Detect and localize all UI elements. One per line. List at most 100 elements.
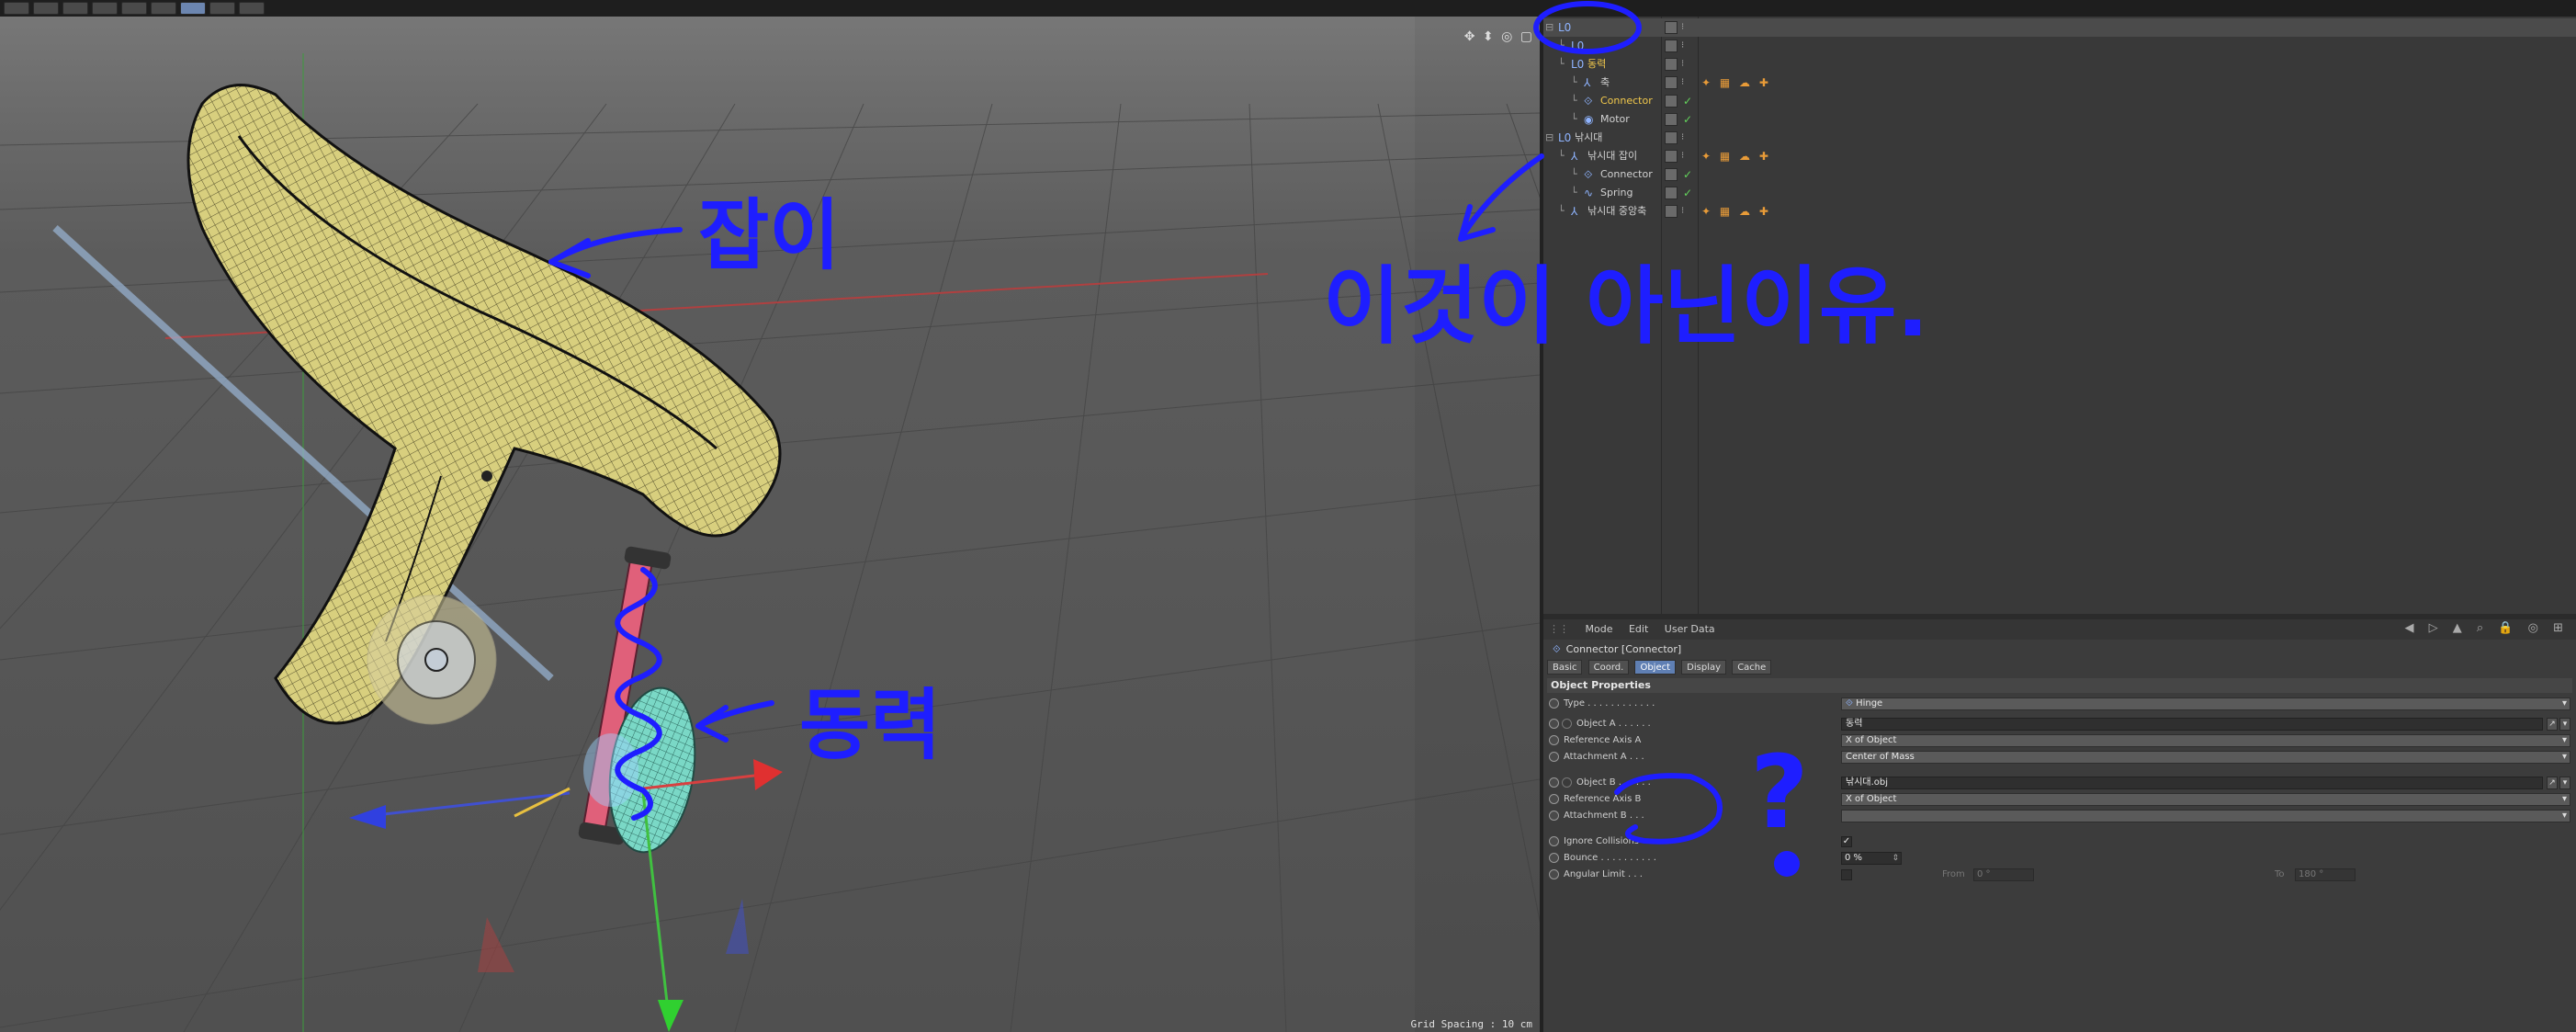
object-row[interactable]: └ ◉ Motor ✓ — [1543, 110, 2576, 129]
keyframe-icon[interactable] — [1549, 794, 1559, 804]
keyframe-icon[interactable] — [1549, 777, 1559, 788]
menu-mode[interactable]: Mode — [1586, 623, 1613, 635]
object-name[interactable]: Motor — [1600, 110, 1630, 129]
tab-object[interactable]: Object — [1634, 660, 1677, 675]
tree-expander-icon[interactable]: └ — [1558, 147, 1565, 165]
layer-flag-icon[interactable] — [1665, 131, 1678, 144]
viewport-nav-icons[interactable]: ✥ ⬍ ◎ ▢ — [1464, 29, 1534, 44]
layer-flag-icon[interactable] — [1665, 113, 1678, 126]
object-row[interactable]: └ L0 동력 ⁝ — [1543, 55, 2576, 74]
visibility-dots-icon[interactable]: ⁝ — [1681, 129, 1684, 147]
object-manager[interactable]: ⊟ L0 ⁝ └ L0 ⁝ └ L0 동력 ⁝ └ ⅄ 축 ⁝ ✦ ▦ ☁ ✚ └ ⟐ Connector ✓ └ ◉ M… — [1543, 17, 2576, 614]
keyframe-icon[interactable] — [1549, 752, 1559, 762]
enabled-check-icon[interactable]: ✓ — [1683, 165, 1692, 184]
tree-expander-icon[interactable]: └ — [1558, 202, 1565, 221]
object-row[interactable]: ⊟ L0 ⁝ — [1543, 18, 2576, 37]
3d-viewport[interactable]: ✥ ⬍ ◎ ▢ Grid Spacing : 10 cm — [0, 17, 1540, 1032]
object-row[interactable]: ⊟ L0 낚시대 ⁝ — [1543, 129, 2576, 147]
object-a-field[interactable]: 동력 — [1841, 718, 2543, 731]
viewport-scene[interactable] — [0, 17, 1540, 1032]
menu-user-data[interactable]: User Data — [1665, 623, 1715, 635]
link-menu-icon[interactable]: ▾ — [2559, 718, 2570, 731]
toolbar-button[interactable] — [33, 2, 59, 15]
object-name[interactable]: Spring — [1600, 184, 1633, 202]
object-name[interactable]: 동력 — [1587, 55, 1606, 74]
keyframe-icon[interactable] — [1562, 777, 1572, 788]
enabled-check-icon[interactable]: ✓ — [1683, 110, 1692, 129]
link-menu-icon[interactable]: ▾ — [2559, 777, 2570, 789]
object-row[interactable]: └ ⅄ 낚시대 중앙축 ⁝ ✦ ▦ ☁ ✚ — [1543, 202, 2576, 221]
keyframe-icon[interactable] — [1549, 698, 1559, 709]
keyframe-icon[interactable] — [1549, 719, 1559, 729]
tree-expander-icon[interactable]: └ — [1571, 184, 1577, 202]
object-name[interactable]: 낚시대 중앙축 — [1587, 202, 1646, 221]
ignore-collisions-checkbox[interactable]: ✓ — [1841, 836, 1852, 847]
enabled-check-icon[interactable]: ✓ — [1683, 184, 1692, 202]
tag-icons[interactable]: ✦ ▦ ☁ ✚ — [1701, 147, 1771, 165]
tab-basic[interactable]: Basic — [1547, 660, 1583, 675]
layer-flag-icon[interactable] — [1665, 21, 1678, 34]
toolbar-button[interactable] — [62, 2, 88, 15]
toolbar-button[interactable] — [151, 2, 176, 15]
keyframe-icon[interactable] — [1549, 853, 1559, 863]
object-name[interactable]: Connector — [1600, 165, 1653, 184]
visibility-dots-icon[interactable]: ⁝ — [1681, 37, 1684, 55]
ref-axis-b-dropdown[interactable]: X of Object — [1841, 793, 2570, 806]
tab-cache[interactable]: Cache — [1732, 660, 1772, 675]
toolbar-button[interactable] — [121, 2, 147, 15]
toolbar-button[interactable] — [92, 2, 118, 15]
keyframe-icon[interactable] — [1549, 869, 1559, 879]
tree-expander-icon[interactable]: ⊟ — [1545, 129, 1554, 147]
tag-icons[interactable]: ✦ ▦ ☁ ✚ — [1701, 74, 1771, 92]
enabled-check-icon[interactable]: ✓ — [1683, 92, 1692, 110]
angular-limit-checkbox[interactable] — [1841, 869, 1852, 880]
layer-flag-icon[interactable] — [1665, 150, 1678, 163]
toolbar-button[interactable] — [4, 2, 29, 15]
attachment-b-dropdown[interactable] — [1841, 810, 2570, 822]
object-row[interactable]: └ ⅄ 낚시대 잡이 ⁝ ✦ ▦ ☁ ✚ — [1543, 147, 2576, 165]
object-row[interactable]: └ ⟐ Connector ✓ — [1543, 165, 2576, 184]
tree-expander-icon[interactable]: └ — [1571, 92, 1577, 110]
visibility-dots-icon[interactable]: ⁝ — [1681, 18, 1684, 37]
attribute-tool-icons[interactable]: ◀ ▷ ▲ ⌕ 🔒 ◎ ⊞ — [2405, 621, 2570, 635]
object-row[interactable]: └ ⅄ 축 ⁝ ✦ ▦ ☁ ✚ — [1543, 74, 2576, 92]
to-input[interactable]: 180 ° — [2295, 868, 2356, 881]
menu-edit[interactable]: Edit — [1629, 623, 1648, 635]
tree-expander-icon[interactable]: └ — [1558, 37, 1565, 55]
object-name[interactable]: 낚시대 — [1575, 129, 1602, 147]
layer-flag-icon[interactable] — [1665, 95, 1678, 108]
visibility-dots-icon[interactable]: ⁝ — [1681, 55, 1684, 74]
visibility-dots-icon[interactable]: ⁝ — [1681, 147, 1684, 165]
tab-display[interactable]: Display — [1681, 660, 1727, 675]
bounce-input[interactable]: 0 % — [1841, 852, 1902, 865]
object-name[interactable]: Connector — [1600, 92, 1653, 110]
attachment-a-dropdown[interactable]: Center of Mass — [1841, 751, 2570, 764]
layer-flag-icon[interactable] — [1665, 40, 1678, 52]
keyframe-icon[interactable] — [1549, 735, 1559, 745]
layer-flag-icon[interactable] — [1665, 187, 1678, 199]
pick-arrow-icon[interactable]: ↗ — [2547, 777, 2558, 789]
object-row[interactable]: └ ∿ Spring ✓ — [1543, 184, 2576, 202]
from-input[interactable]: 0 ° — [1973, 868, 2034, 881]
tree-expander-icon[interactable]: └ — [1571, 110, 1577, 129]
toolbar-button-active[interactable] — [180, 2, 206, 15]
layer-flag-icon[interactable] — [1665, 76, 1678, 89]
tab-coord[interactable]: Coord. — [1587, 660, 1630, 675]
visibility-dots-icon[interactable]: ⁝ — [1681, 202, 1684, 221]
toolbar-button[interactable] — [209, 2, 235, 15]
visibility-dots-icon[interactable]: ⁝ — [1681, 74, 1684, 92]
object-name[interactable]: 축 — [1600, 74, 1610, 92]
object-name[interactable]: 낚시대 잡이 — [1587, 147, 1637, 165]
pick-arrow-icon[interactable]: ↗ — [2547, 718, 2558, 731]
layer-flag-icon[interactable] — [1665, 168, 1678, 181]
object-b-field[interactable]: 낚시대.obj — [1841, 777, 2543, 789]
tree-expander-icon[interactable]: └ — [1571, 165, 1577, 184]
tree-expander-icon[interactable]: └ — [1571, 74, 1577, 92]
object-row[interactable]: └ L0 ⁝ — [1543, 37, 2576, 55]
object-row[interactable]: └ ⟐ Connector ✓ — [1543, 92, 2576, 110]
grip-icon[interactable]: ⋮⋮ — [1549, 623, 1569, 635]
tag-icons[interactable]: ✦ ▦ ☁ ✚ — [1701, 202, 1771, 221]
keyframe-icon[interactable] — [1549, 811, 1559, 821]
layer-flag-icon[interactable] — [1665, 205, 1678, 218]
ref-axis-a-dropdown[interactable]: X of Object — [1841, 734, 2570, 747]
